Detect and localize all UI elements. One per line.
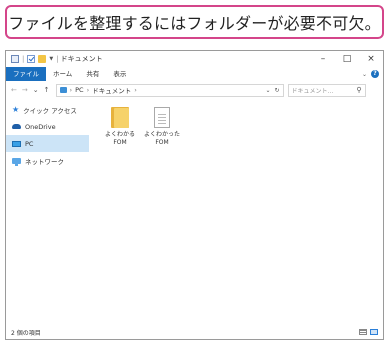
forward-button[interactable]: → <box>22 86 28 94</box>
tab-share[interactable]: 共有 <box>79 67 106 81</box>
file-name: よくわかった FOM <box>144 131 181 146</box>
address-dropdown-icon[interactable]: ⌄ <box>265 87 270 94</box>
caption-text: ファイルを整理するにはフォルダーが必要不可欠。 <box>8 14 381 33</box>
checkbox-icon[interactable] <box>27 55 36 63</box>
nav-item-label: ネットワーク <box>25 157 64 166</box>
nav-buttons: ← → ⌄ ↑ <box>6 86 50 94</box>
close-button[interactable]: × <box>359 51 383 67</box>
pc-icon <box>59 87 67 93</box>
nav-item-label: PC <box>25 139 34 148</box>
nav-item-onedrive[interactable]: OneDrive <box>6 118 89 135</box>
refresh-icon[interactable]: ↻ <box>274 87 279 94</box>
tab-view[interactable]: 表示 <box>106 67 133 81</box>
maximize-button[interactable]: □ <box>335 51 359 67</box>
large-icons-view-icon[interactable] <box>370 329 378 335</box>
ribbon-tabs: ファイル ホーム 共有 表示 ⌄ ? <box>6 67 383 81</box>
search-icon[interactable]: ⚲ <box>356 86 361 94</box>
document-icon <box>154 107 170 128</box>
caption-banner: ファイルを整理するにはフォルダーが必要不可欠。 <box>5 5 384 39</box>
help-icon[interactable]: ? <box>371 70 379 78</box>
details-view-icon[interactable] <box>359 329 367 335</box>
file-name: よくわかる FOM <box>104 131 135 146</box>
recent-locations-button[interactable]: ⌄ <box>33 86 39 94</box>
breadcrumb-pc[interactable]: PC <box>75 86 83 94</box>
folder-icon <box>111 107 129 128</box>
nav-item-label: クイック アクセス <box>23 106 77 115</box>
item-count: 2 個の項目 <box>11 329 41 337</box>
customize-dropdown-icon[interactable]: ▼ <box>49 56 53 62</box>
network-icon <box>12 157 21 166</box>
expand-ribbon-icon[interactable]: ⌄ <box>362 71 367 78</box>
explorer-window: | ▼ | ドキュメント – □ × ファイル ホーム 共有 表示 ⌄ ? ← … <box>5 50 384 340</box>
quick-access-toolbar: | ▼ | <box>6 55 59 63</box>
navigation-pane: ★ クイック アクセス OneDrive PC ネットワーク <box>6 101 89 327</box>
address-bar[interactable]: › PC › ドキュメント › ⌄ ↻ <box>55 83 284 97</box>
nav-item-quick-access[interactable]: ★ クイック アクセス <box>6 101 89 118</box>
window-controls: – □ × <box>311 51 383 67</box>
nav-item-pc[interactable]: PC <box>6 135 89 152</box>
file-list: よくわかる FOM よくわかった FOM <box>102 105 180 147</box>
cloud-icon <box>12 124 21 129</box>
status-bar: 2 個の項目 <box>6 325 383 339</box>
tab-home[interactable]: ホーム <box>46 67 79 81</box>
properties-icon[interactable] <box>11 55 19 63</box>
back-button[interactable]: ← <box>11 86 17 94</box>
star-icon: ★ <box>12 105 20 114</box>
search-input[interactable]: ドキュメント... ⚲ <box>287 83 366 97</box>
nav-item-network[interactable]: ネットワーク <box>6 152 89 169</box>
search-placeholder: ドキュメント... <box>291 87 334 95</box>
document-item[interactable]: よくわかった FOM <box>144 105 180 147</box>
up-button[interactable]: ↑ <box>44 86 50 94</box>
folder-item[interactable]: よくわかる FOM <box>102 105 138 147</box>
address-row: ← → ⌄ ↑ › PC › ドキュメント › ⌄ ↻ ドキュメント... ⚲ <box>6 82 383 98</box>
new-folder-icon[interactable] <box>38 55 47 63</box>
title-bar: | ▼ | ドキュメント – □ × <box>6 51 383 67</box>
minimize-button[interactable]: – <box>311 51 335 67</box>
breadcrumb-documents[interactable]: ドキュメント <box>92 85 131 95</box>
nav-item-label: OneDrive <box>25 122 56 131</box>
tab-file[interactable]: ファイル <box>6 67 46 81</box>
window-title: ドキュメント <box>60 55 103 63</box>
monitor-icon <box>12 140 21 147</box>
